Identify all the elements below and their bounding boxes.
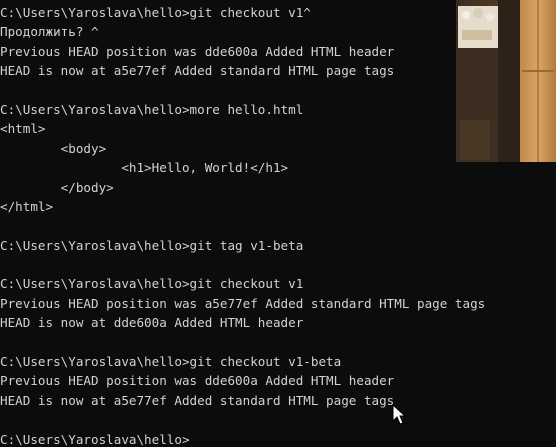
terminal-line: C:\Users\Yaroslava\hello>git checkout v1… (0, 354, 342, 370)
terminal-line: C:\Users\Yaroslava\hello>git tag v1-beta (0, 237, 304, 253)
terminal-line: Previous HEAD position was a5e77ef Added… (0, 295, 486, 311)
terminal-line: C:\Users\Yaroslava\hello>git checkout v1 (0, 276, 304, 292)
webcam-overlay (456, 0, 556, 162)
webcam-feed-icon (456, 0, 556, 162)
console-window: C:\Users\Yaroslava\hello>git checkout v1… (0, 0, 556, 447)
terminal-line: HEAD is now at a5e77ef Added standard HT… (0, 392, 395, 408)
terminal-line: </html> (0, 198, 54, 214)
terminal-line: </body> (0, 179, 114, 195)
terminal-line: HEAD is now at dde600a Added HTML header (0, 315, 304, 331)
terminal-line: Previous HEAD position was dde600a Added… (0, 373, 395, 389)
terminal-line: C:\Users\Yaroslava\hello> (0, 431, 190, 447)
mouse-pointer-icon (392, 404, 406, 425)
